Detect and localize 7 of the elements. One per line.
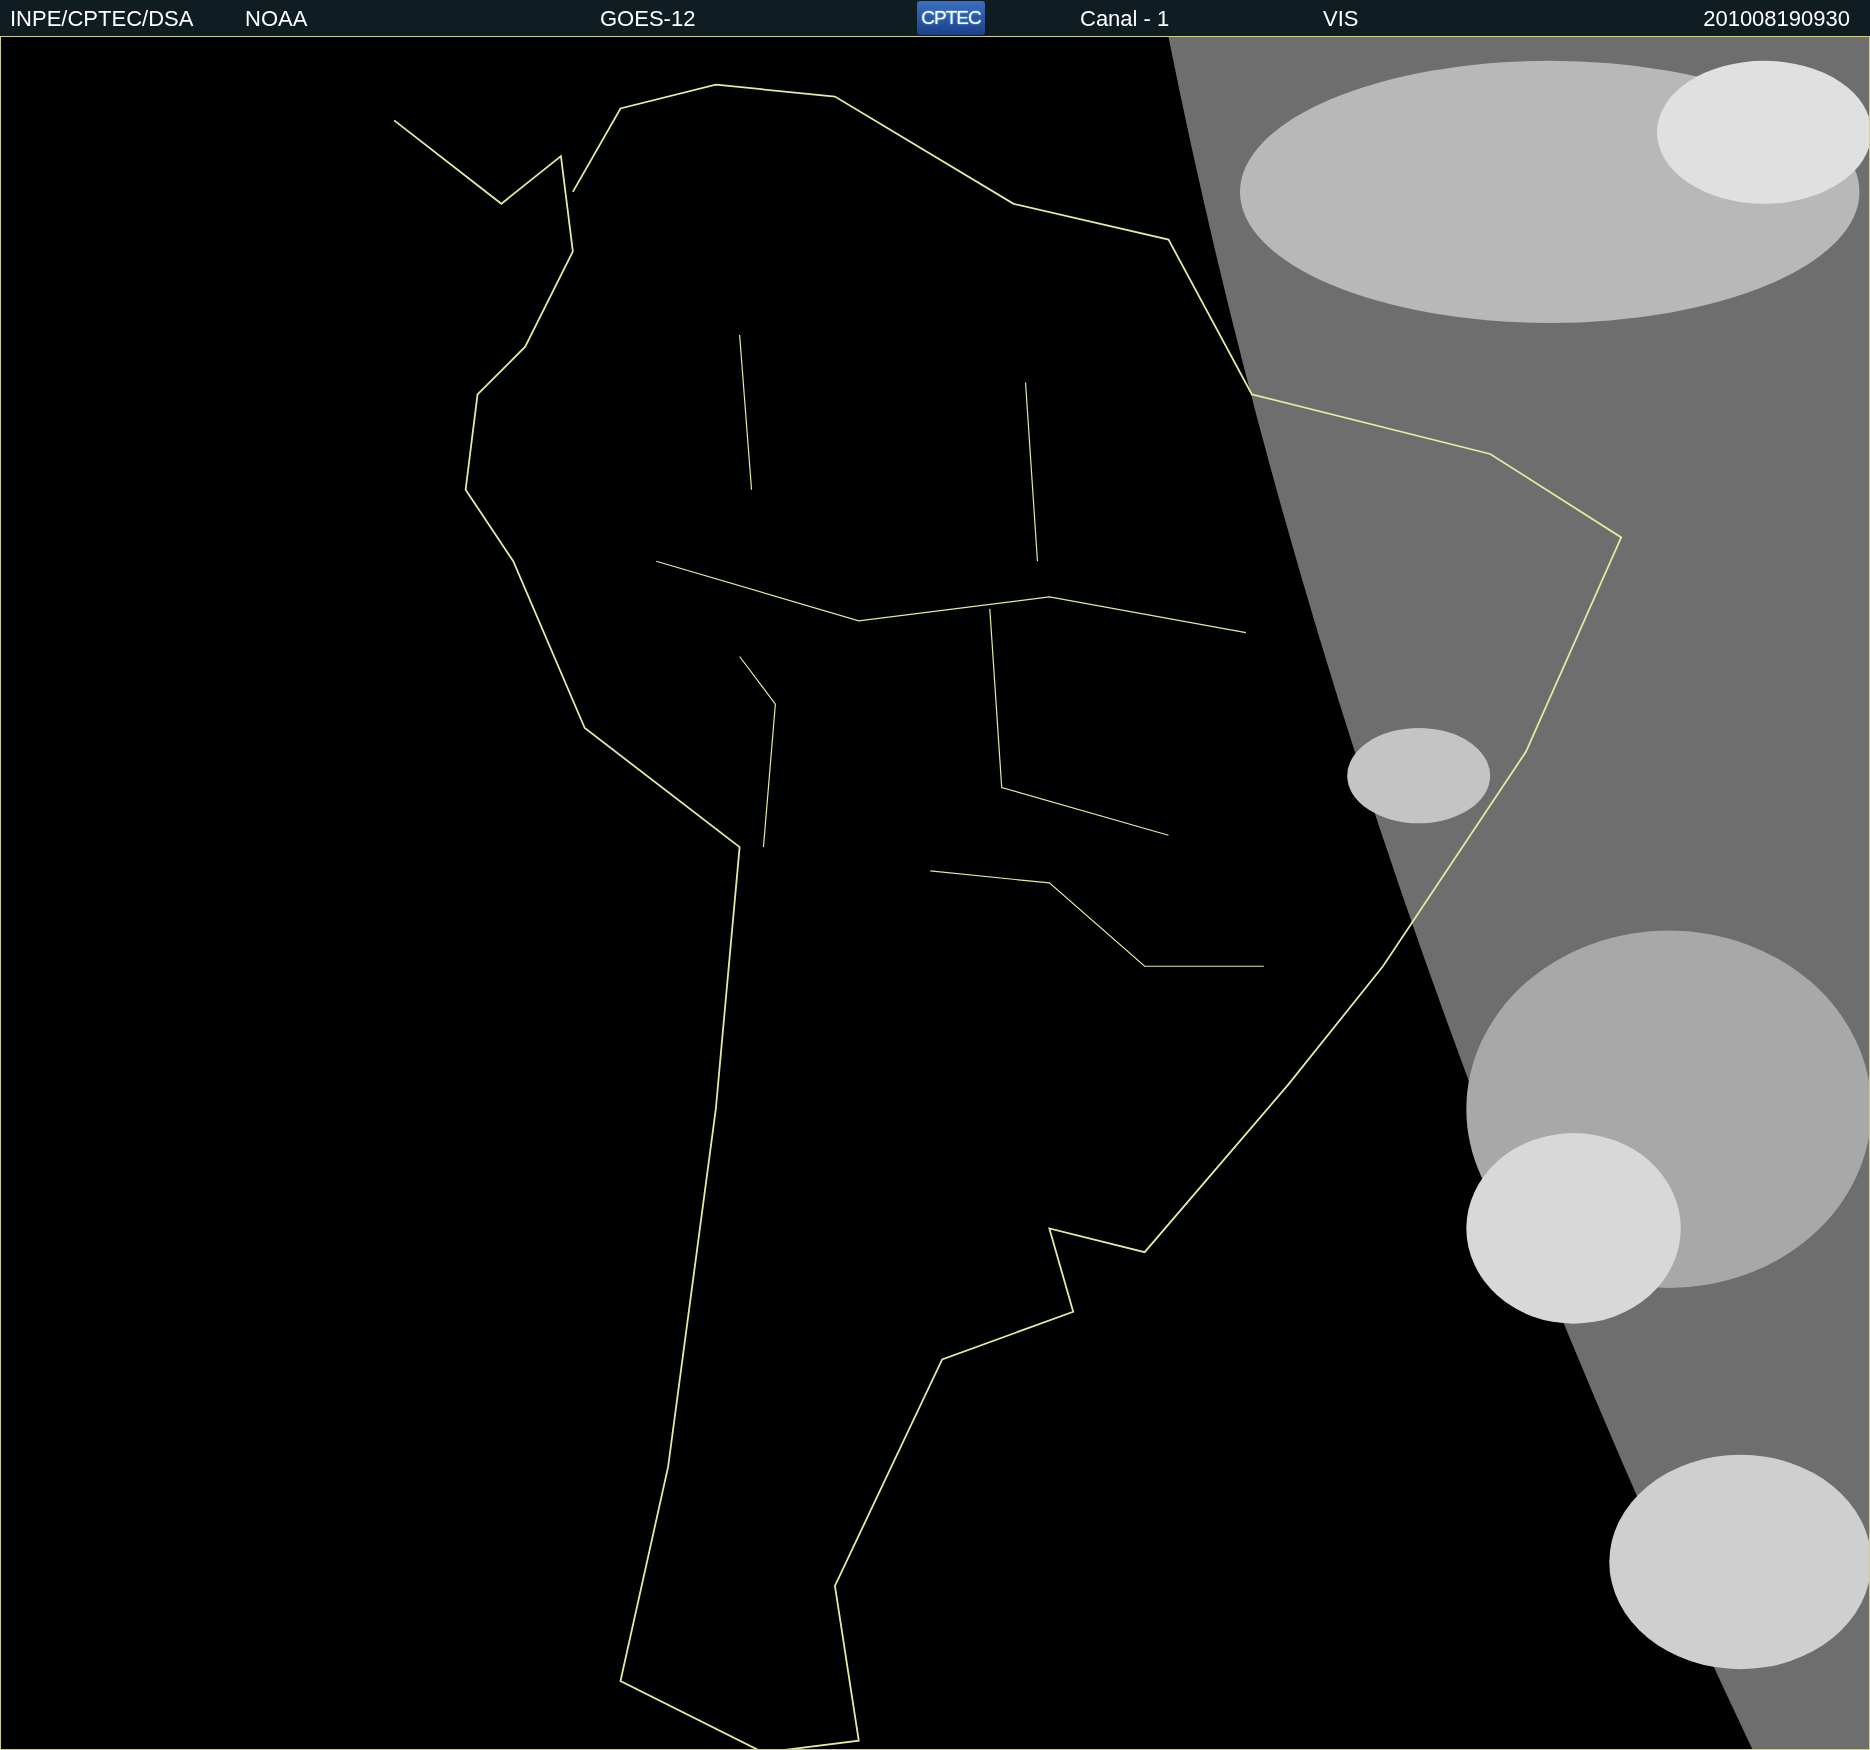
header-label: INPE/CPTEC/DSA [10,4,195,33]
header-label: VIS [1323,4,1360,33]
logo: CPTEC [917,1,985,35]
header-label: GOES-12 [600,4,697,33]
header-label: 201008190930 [1703,4,1850,33]
header-label: NOAA [245,4,309,33]
header-label: Canal - 1 [1080,4,1171,33]
